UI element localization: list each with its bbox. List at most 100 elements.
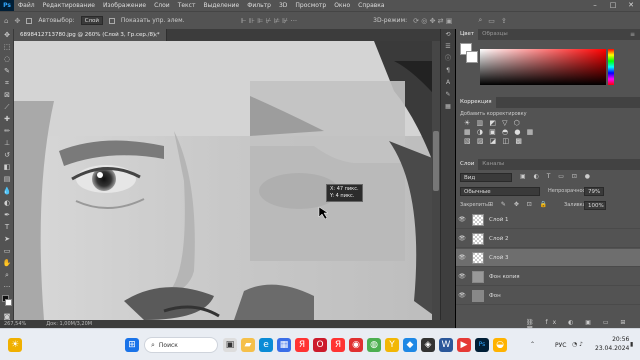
- layer-name[interactable]: Слой 3: [489, 255, 509, 261]
- healing-brush-icon[interactable]: ✚: [0, 113, 14, 125]
- character-icon[interactable]: A: [441, 77, 455, 89]
- store-icon[interactable]: ▦: [277, 338, 291, 352]
- move-tool-icon[interactable]: ✥: [0, 29, 14, 41]
- zoom-tool-icon[interactable]: ⌕: [0, 269, 14, 281]
- gradient-tool-icon[interactable]: ▤: [0, 173, 14, 185]
- menu-3d[interactable]: 3D: [275, 0, 291, 11]
- app-icon-4[interactable]: ▶: [457, 338, 471, 352]
- maximize-icon[interactable]: □: [604, 0, 622, 11]
- hue-slider[interactable]: [608, 49, 614, 85]
- hand-tool-icon[interactable]: ✋: [0, 257, 14, 269]
- yandex-browser-icon[interactable]: Я: [331, 338, 345, 352]
- vpn-icon[interactable]: Y: [385, 338, 399, 352]
- color-swatches-icon[interactable]: [0, 293, 14, 311]
- crop-tool-icon[interactable]: ⌗: [0, 77, 14, 89]
- path-select-icon[interactable]: ➤: [0, 233, 14, 245]
- canvas[interactable]: X: 47 пикс. Y: 4 пикс.: [14, 41, 440, 320]
- dodge-tool-icon[interactable]: ◐: [0, 197, 14, 209]
- windows-start-icon[interactable]: ⊞: [125, 338, 139, 352]
- opacity-input[interactable]: 79%: [584, 187, 604, 196]
- layer-filter-dropdown[interactable]: Вид: [460, 173, 512, 182]
- home-icon[interactable]: ⌂: [4, 17, 8, 25]
- tab-layers[interactable]: Слои: [456, 159, 479, 170]
- blur-tool-icon[interactable]: 💧: [0, 185, 14, 197]
- chrome-icon[interactable]: ◍: [367, 338, 381, 352]
- fg-bg-swatches[interactable]: [460, 43, 480, 63]
- pen-tool-icon[interactable]: ✒: [0, 209, 14, 221]
- eyedropper-icon[interactable]: ⟋: [0, 101, 14, 113]
- layer-row[interactable]: 👁 Фон: [456, 287, 640, 305]
- photoshop-taskbar-icon[interactable]: Ps: [475, 338, 489, 352]
- share-icon[interactable]: ⇪: [501, 17, 507, 25]
- layer-filter-icons[interactable]: ▣ ◐ T ▭ ⊡ ●: [520, 173, 593, 180]
- canvas-scrollbar[interactable]: [432, 41, 440, 320]
- edge-icon[interactable]: e: [259, 338, 273, 352]
- taskbar-search[interactable]: ⌕ Поиск: [144, 337, 218, 353]
- show-controls-checkbox[interactable]: [108, 17, 115, 24]
- weather-icon[interactable]: ☀: [8, 338, 22, 352]
- tab-color[interactable]: Цвет: [456, 29, 479, 40]
- brush-tool-icon[interactable]: ✏: [0, 125, 14, 137]
- clock[interactable]: 20:56 23.04.2024: [595, 335, 629, 353]
- menu-select[interactable]: Выделение: [199, 0, 243, 11]
- layer-row[interactable]: 👁 Слой 2: [456, 230, 640, 248]
- fill-input[interactable]: 100%: [584, 201, 606, 210]
- properties-icon[interactable]: ☰: [441, 41, 455, 53]
- eye-icon[interactable]: 👁: [456, 273, 468, 280]
- layer-name[interactable]: Слой 1: [489, 217, 509, 223]
- menu-edit[interactable]: Редактирование: [39, 0, 99, 11]
- adjustment-icons[interactable]: ☀ ▥ ◩ ▽ ⬡ ▦ ◑ ▣ ◓ ● ▦ ▧ ▨ ◪ ◫ ▩: [464, 119, 535, 146]
- type-tool-icon[interactable]: T: [0, 221, 14, 233]
- 3d-tools-icons[interactable]: ⟳ ◎ ✥ ⇄ ▣: [413, 17, 452, 25]
- menu-layers[interactable]: Слои: [150, 0, 174, 11]
- frame-tool-icon[interactable]: ⊠: [0, 89, 14, 101]
- zoom-level[interactable]: 267,54%: [4, 320, 26, 328]
- tab-close-icon[interactable]: ✕: [153, 32, 158, 39]
- app-icon-2[interactable]: ◆: [403, 338, 417, 352]
- autoselect-dropdown[interactable]: Слой: [80, 16, 103, 25]
- workspace-icon[interactable]: ▭: [488, 17, 495, 25]
- eye-icon[interactable]: 👁: [456, 235, 468, 242]
- word-icon[interactable]: W: [439, 338, 453, 352]
- brush-settings-icon[interactable]: ✎: [441, 89, 455, 101]
- menu-help[interactable]: Справка: [354, 0, 388, 11]
- notifications-icon[interactable]: ▮: [630, 341, 633, 348]
- tab-channels[interactable]: Каналы: [478, 159, 508, 170]
- move-tool-icon[interactable]: ✥: [14, 17, 20, 25]
- search-icon[interactable]: ⌕: [478, 16, 482, 25]
- app-icon[interactable]: ◉: [349, 338, 363, 352]
- minimize-icon[interactable]: –: [586, 0, 604, 11]
- layer-name[interactable]: Фон: [489, 293, 501, 299]
- tray-icons[interactable]: ⌃: [530, 341, 535, 348]
- layer-name[interactable]: Фон копия: [489, 274, 520, 280]
- blend-mode-dropdown[interactable]: Обычные: [460, 187, 540, 196]
- color-picker-field[interactable]: [480, 49, 606, 85]
- more-tools-icon[interactable]: ···: [0, 281, 14, 293]
- lasso-tool-icon[interactable]: ◌: [0, 53, 14, 65]
- system-icons[interactable]: ◔ ♪: [572, 341, 583, 348]
- app-icon-3[interactable]: ◈: [421, 338, 435, 352]
- rectangle-tool-icon[interactable]: ▭: [0, 245, 14, 257]
- layer-row-selected[interactable]: 👁 Слой 3: [456, 249, 640, 267]
- layer-name[interactable]: Слой 2: [489, 236, 509, 242]
- language-indicator[interactable]: РУС: [555, 342, 566, 349]
- menu-text[interactable]: Текст: [174, 0, 200, 11]
- menu-image[interactable]: Изображение: [99, 0, 150, 11]
- menu-file[interactable]: Файл: [14, 0, 39, 11]
- history-icon[interactable]: ⟲: [441, 29, 455, 41]
- tab-adjustments[interactable]: Коррекция: [456, 97, 496, 108]
- clone-stamp-icon[interactable]: ⊥: [0, 137, 14, 149]
- close-icon[interactable]: ✕: [622, 0, 640, 11]
- menu-window[interactable]: Окно: [330, 0, 354, 11]
- eraser-icon[interactable]: ◧: [0, 161, 14, 173]
- menu-filter[interactable]: Фильтр: [243, 0, 275, 11]
- panel-menu-icon[interactable]: ≡: [630, 31, 635, 38]
- opera-icon[interactable]: O: [313, 338, 327, 352]
- lock-icons[interactable]: ⊞ ✎ ✥ ⊡ 🔒: [488, 201, 550, 208]
- paragraph-icon[interactable]: ¶: [441, 65, 455, 77]
- task-view-icon[interactable]: ▣: [223, 338, 237, 352]
- eye-icon[interactable]: 👁: [456, 254, 468, 261]
- eye-icon[interactable]: 👁: [456, 216, 468, 223]
- align-icons[interactable]: ⊩ ⊪ ⊫ ⊬ ⊭ ⊮ ···: [241, 17, 298, 25]
- layer-row[interactable]: 👁 Фон копия: [456, 268, 640, 286]
